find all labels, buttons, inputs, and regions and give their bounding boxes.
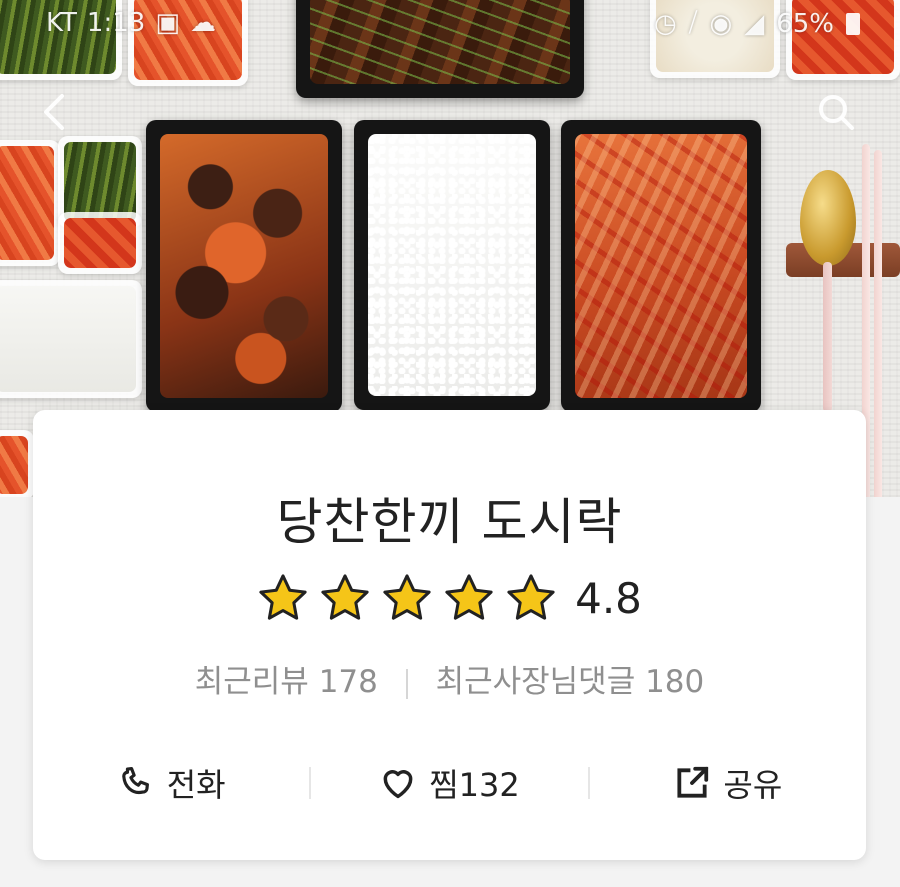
- share-label: 공유: [723, 766, 783, 804]
- alarm-icon: ◷: [653, 8, 677, 39]
- rating-row[interactable]: 4.8: [33, 570, 866, 626]
- side-dish-sauce-left: [58, 212, 142, 274]
- battery-percent: 65%: [776, 8, 834, 39]
- owner-replies-label: 최근사장님댓글: [435, 664, 636, 700]
- call-label: 전화: [166, 766, 226, 804]
- mute-icon: ⧸: [688, 8, 698, 38]
- store-info-card: 당찬한끼 도시락 4.8 최근리뷰 178 최근사장님댓글 180 전화 찜13…: [33, 410, 866, 860]
- carrier-label: KT: [46, 8, 77, 38]
- rice-tray: [354, 120, 550, 410]
- wifi-icon: ◉: [709, 8, 733, 39]
- share-button[interactable]: 공유: [590, 760, 866, 806]
- owner-replies-link[interactable]: 최근사장님댓글 180: [436, 664, 705, 700]
- favorite-button[interactable]: 찜132: [311, 760, 587, 806]
- call-button[interactable]: 전화: [33, 760, 309, 806]
- side-dish-radish: [0, 280, 142, 398]
- star-icon: [445, 574, 493, 620]
- side-dish-kimchi-bottom: [0, 430, 34, 497]
- review-stats: 최근리뷰 178 최근사장님댓글 180: [33, 656, 866, 701]
- favorite-count: 132: [458, 766, 520, 804]
- cloud-icon: ☁: [189, 8, 216, 38]
- share-icon: [677, 766, 709, 798]
- owner-replies-count: 180: [645, 664, 705, 700]
- back-button[interactable]: [40, 92, 68, 139]
- spoon-handle: [823, 262, 832, 412]
- chopstick: [874, 150, 882, 497]
- recent-reviews-label: 최근리뷰: [194, 664, 309, 700]
- store-name: 당찬한끼 도시락: [276, 493, 623, 551]
- battery-icon: [846, 12, 860, 35]
- favorite-label: 찜132: [429, 766, 520, 804]
- action-bar: 전화 찜132 공유: [33, 755, 866, 811]
- phone-icon: [121, 767, 149, 795]
- braised-tray: [146, 120, 342, 412]
- search-button[interactable]: [816, 92, 856, 139]
- spicy-pork-tray: [561, 120, 761, 412]
- star-icon: [321, 574, 369, 620]
- side-dish-kimchi-left: [0, 140, 60, 266]
- chevron-left-icon: [44, 94, 64, 130]
- recent-reviews-link[interactable]: 최근리뷰 178: [195, 664, 388, 700]
- signal-icon: ◢: [744, 8, 765, 39]
- divider: [405, 668, 408, 699]
- spoon: [800, 170, 856, 266]
- heart-icon: [383, 770, 413, 799]
- search-icon: [819, 95, 854, 130]
- status-bar: KT 1:13 ▣ ☁ ◷ ⧸ ◉ ◢ 65%: [0, 0, 900, 52]
- recent-reviews-count: 178: [318, 664, 378, 700]
- image-icon: ▣: [155, 8, 180, 38]
- star-icon: [507, 574, 555, 620]
- star-icon: [383, 574, 431, 620]
- clock: 1:13: [86, 8, 146, 38]
- star-icon: [259, 574, 307, 620]
- rating-value: 4.8: [575, 573, 642, 623]
